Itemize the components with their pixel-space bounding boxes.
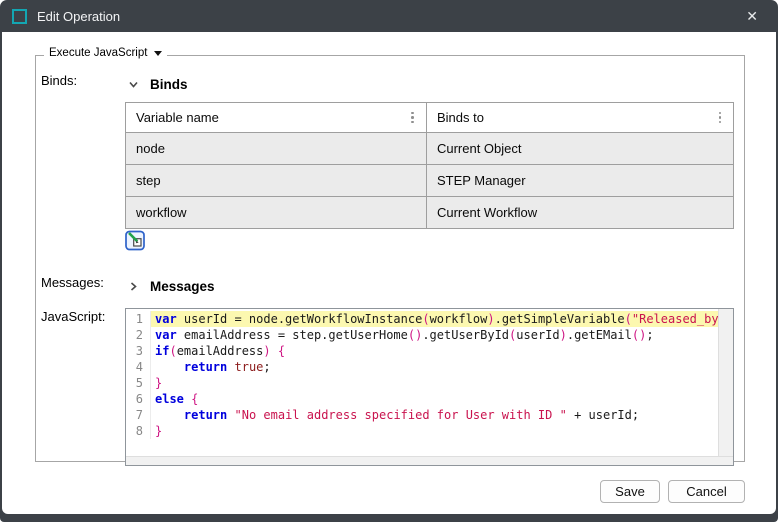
binds-table-header-row: Variable name Binds to [126, 103, 734, 133]
table-cell[interactable]: Current Object [426, 133, 733, 165]
binds-section-toggle[interactable]: Binds [128, 77, 734, 92]
line-text: return true; [151, 359, 718, 375]
table-row[interactable]: workflowCurrent Workflow [126, 197, 734, 229]
line-number: 6 [126, 391, 151, 407]
code-line: 1var userId = node.getWorkflowInstance(w… [126, 311, 718, 327]
javascript-row: JavaScript: 1var userId = node.getWorkfl… [41, 308, 734, 466]
table-cell[interactable]: node [126, 133, 427, 165]
binds-content: Binds Variable name [125, 72, 734, 256]
line-number: 3 [126, 343, 151, 359]
code-line: 6else { [126, 391, 718, 407]
line-number: 8 [126, 423, 151, 439]
table-cell[interactable]: step [126, 165, 427, 197]
code-line: 2var emailAddress = step.getUserHome().g… [126, 327, 718, 343]
window-title: Edit Operation [37, 9, 120, 24]
caret-down-icon [154, 51, 162, 56]
line-number: 2 [126, 327, 151, 343]
line-number: 1 [126, 311, 151, 327]
binds-section-title: Binds [150, 77, 188, 92]
javascript-content: 1var userId = node.getWorkflowInstance(w… [125, 308, 734, 466]
messages-section-title: Messages [150, 279, 215, 294]
dialog-footer: Save Cancel [35, 480, 745, 503]
code-line: 4 return true; [126, 359, 718, 375]
column-header-label: Variable name [136, 110, 409, 125]
edit-pencil-icon [125, 230, 146, 251]
edit-binds-button[interactable] [125, 230, 146, 251]
column-header-binds-to[interactable]: Binds to [426, 103, 733, 133]
table-cell[interactable]: workflow [126, 197, 427, 229]
horizontal-scrollbar[interactable] [126, 456, 733, 465]
line-number: 7 [126, 407, 151, 423]
vertical-scrollbar[interactable] [718, 309, 733, 456]
line-text: var emailAddress = step.getUserHome().ge… [151, 327, 718, 343]
chevron-right-icon [128, 281, 139, 292]
titlebar: Edit Operation ✕ [2, 0, 776, 32]
column-header-variable-name[interactable]: Variable name [126, 103, 427, 133]
line-number: 5 [126, 375, 151, 391]
table-row[interactable]: nodeCurrent Object [126, 133, 734, 165]
operation-type-dropdown[interactable]: Execute JavaScript [44, 47, 167, 59]
column-menu-icon[interactable] [717, 111, 724, 125]
javascript-field-label: JavaScript: [41, 308, 125, 324]
binds-row: Binds: Binds Variabl [41, 72, 734, 256]
save-button[interactable]: Save [600, 480, 660, 503]
messages-content: Messages [125, 274, 734, 294]
binds-field-label: Binds: [41, 72, 125, 88]
code-line: 7 return "No email address specified for… [126, 407, 718, 423]
close-icon[interactable]: ✕ [738, 6, 766, 27]
binds-table-body: nodeCurrent ObjectstepSTEP Managerworkfl… [126, 133, 734, 229]
code-line: 8} [126, 423, 718, 439]
messages-section-toggle[interactable]: Messages [128, 279, 734, 294]
chevron-down-icon [128, 79, 139, 90]
line-number: 4 [126, 359, 151, 375]
table-cell[interactable]: Current Workflow [426, 197, 733, 229]
line-text: var userId = node.getWorkflowInstance(wo… [151, 311, 718, 327]
app-icon [12, 9, 27, 24]
cancel-button[interactable]: Cancel [668, 480, 745, 503]
column-menu-icon[interactable] [409, 111, 416, 125]
dialog-body: Execute JavaScript Binds: Binds [2, 32, 776, 514]
line-text: else { [151, 391, 718, 407]
code-line: 3if(emailAddress) { [126, 343, 718, 359]
table-cell[interactable]: STEP Manager [426, 165, 733, 197]
operation-group: Execute JavaScript Binds: Binds [35, 55, 745, 462]
messages-row: Messages: Messages [41, 274, 734, 294]
line-text: if(emailAddress) { [151, 343, 718, 359]
line-text: } [151, 423, 718, 439]
edit-operation-dialog: Edit Operation ✕ Execute JavaScript Bind… [0, 0, 778, 522]
messages-field-label: Messages: [41, 274, 125, 290]
operation-type-label: Execute JavaScript [49, 47, 147, 59]
line-text: return "No email address specified for U… [151, 407, 718, 423]
code-lines: 1var userId = node.getWorkflowInstance(w… [126, 309, 718, 456]
code-editor[interactable]: 1var userId = node.getWorkflowInstance(w… [125, 308, 734, 466]
binds-table: Variable name Binds to [125, 102, 734, 229]
column-header-label: Binds to [437, 110, 717, 125]
table-row[interactable]: stepSTEP Manager [126, 165, 734, 197]
code-scroll-area: 1var userId = node.getWorkflowInstance(w… [126, 309, 733, 456]
line-text: } [151, 375, 718, 391]
code-line: 5} [126, 375, 718, 391]
